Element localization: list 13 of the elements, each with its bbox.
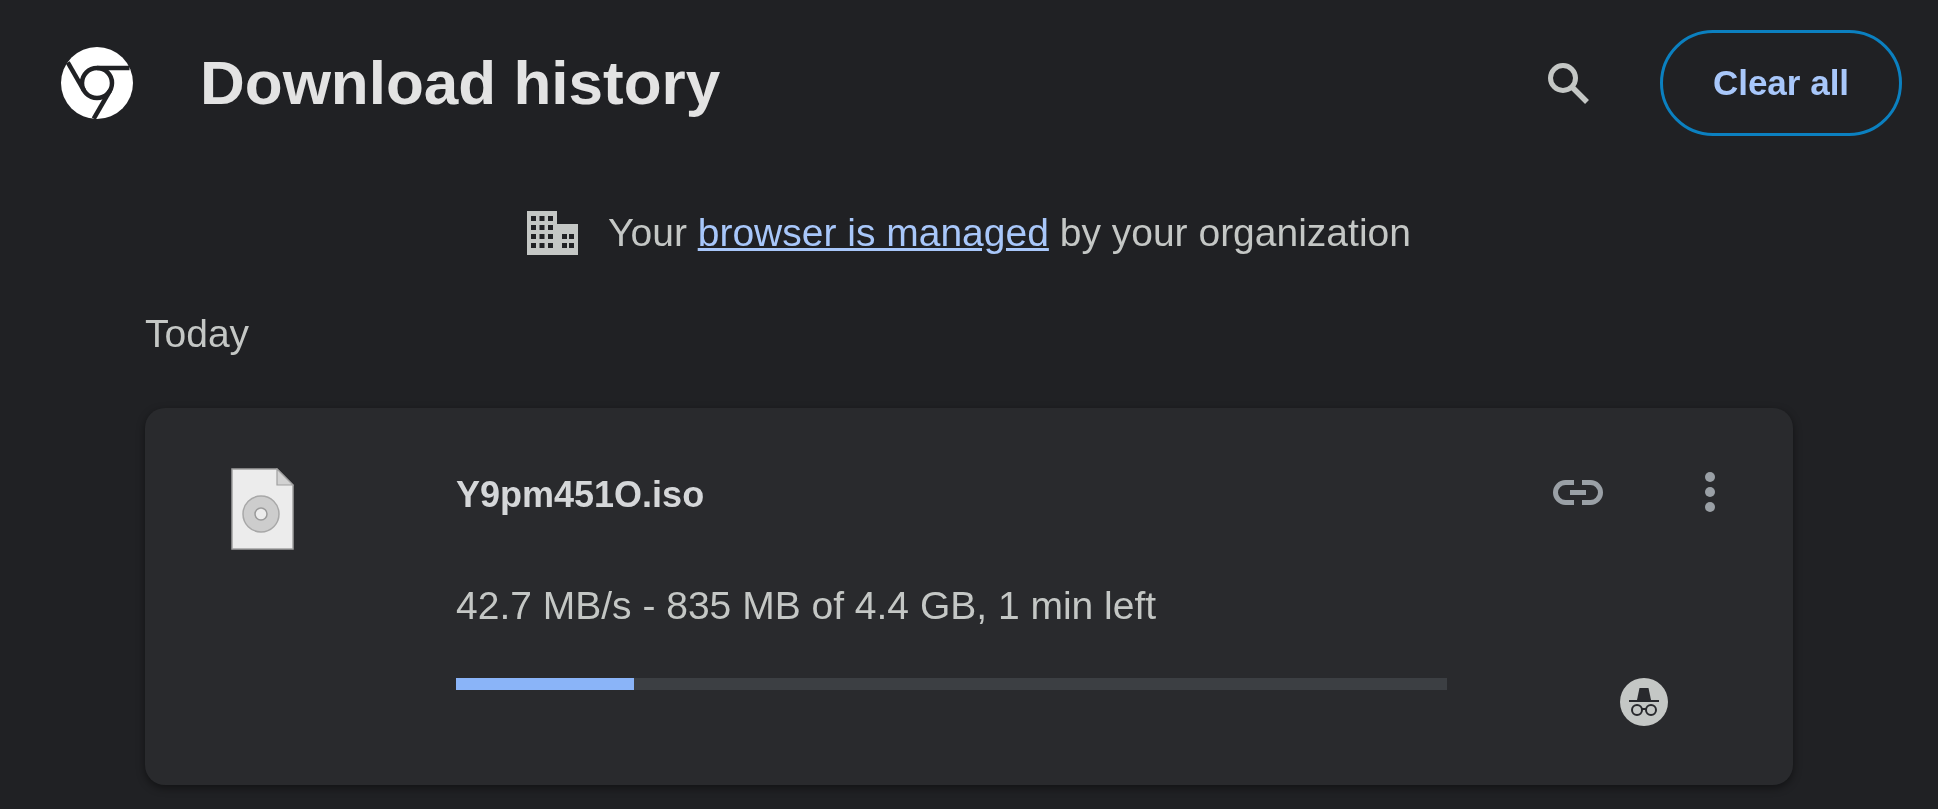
more-vertical-icon [1705,472,1715,512]
clear-all-button[interactable]: Clear all [1660,30,1902,136]
building-icon [527,211,579,255]
download-status: 42.7 MB/s - 835 MB of 4.4 GB, 1 min left [456,583,1157,629]
link-icon [1553,479,1603,505]
file-name[interactable]: Y9pm451O.iso [456,472,705,518]
logo-icon [61,47,133,119]
page-title: Download history [200,47,721,119]
managed-notice: Your browser is managed by your organization [608,210,1411,256]
search-icon [1547,62,1589,104]
date-heading: Today [145,311,250,357]
disc-file-icon [231,468,294,550]
managed-link[interactable]: browser is managed [697,211,1049,254]
